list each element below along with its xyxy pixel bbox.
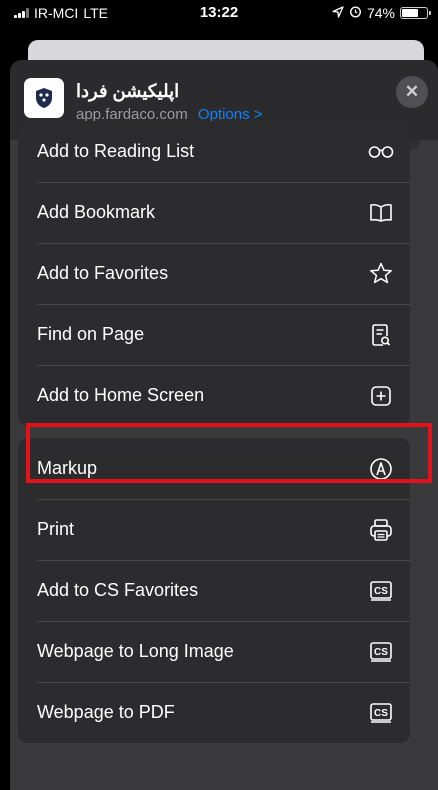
menu-item-label: Markup (37, 458, 98, 478)
svg-text:CS: CS (374, 586, 388, 597)
location-icon (332, 5, 344, 21)
close-button[interactable]: ✕ (396, 76, 428, 108)
menu-item-label: Add Bookmark (37, 202, 156, 222)
menu-item-label: Add to Favorites (37, 263, 169, 283)
menu-item-add-to-favorites[interactable]: Add to Favorites (18, 243, 410, 304)
actions-group-browser: Add to Reading List Add Bookmark Add to … (18, 121, 410, 426)
glasses-icon (368, 139, 394, 165)
actions-group-extensions: Markup Print Add to CS Favorites CS Webp… (18, 438, 410, 743)
menu-item-label: Add to CS Favorites (37, 580, 199, 600)
menu-item-label: Add to Home Screen (37, 385, 205, 405)
menu-item-add-to-reading-list[interactable]: Add to Reading List (18, 121, 410, 182)
menu-item-add-to-home-screen[interactable]: Add to Home Screen (18, 365, 410, 426)
menu-item-markup[interactable]: Markup (18, 438, 410, 499)
find-doc-icon (368, 322, 394, 348)
menu-item-find-on-page[interactable]: Find on Page (18, 304, 410, 365)
close-icon: ✕ (404, 82, 420, 101)
menu-item-label: Print (37, 519, 75, 539)
status-bar: IR-MCI LTE 13:22 74% (0, 0, 438, 26)
menu-item-label: Webpage to PDF (37, 702, 175, 722)
svg-text:CS: CS (374, 647, 388, 658)
battery-percent: 74% (366, 5, 395, 21)
battery-icon (400, 7, 431, 19)
cs-icon: CS (368, 578, 394, 604)
cs-icon: CS (368, 639, 394, 665)
menu-item-label: Find on Page (37, 324, 145, 344)
printer-icon (368, 517, 394, 543)
svg-text:CS: CS (374, 708, 388, 719)
menu-item-add-to-cs-favorites[interactable]: Add to CS Favorites CS (18, 560, 410, 621)
app-icon (24, 78, 64, 118)
menu-item-add-bookmark[interactable]: Add Bookmark (18, 182, 410, 243)
app-name: اپلیکیشن فردا (76, 81, 180, 101)
menu-item-label: Add to Reading List (37, 141, 195, 161)
markup-icon (368, 456, 394, 482)
book-icon (368, 200, 394, 226)
menu-item-webpage-to-pdf[interactable]: Webpage to PDF CS (18, 682, 410, 743)
star-icon (368, 261, 394, 287)
menu-item-webpage-to-long-image[interactable]: Webpage to Long Image CS (18, 621, 410, 682)
menu-item-print[interactable]: Print (18, 499, 410, 560)
status-right: 74% (332, 5, 431, 21)
plus-square-icon (368, 383, 394, 409)
cs-icon: CS (368, 700, 394, 726)
alarm-icon (349, 5, 362, 21)
menu-item-label: Webpage to Long Image (37, 641, 234, 661)
